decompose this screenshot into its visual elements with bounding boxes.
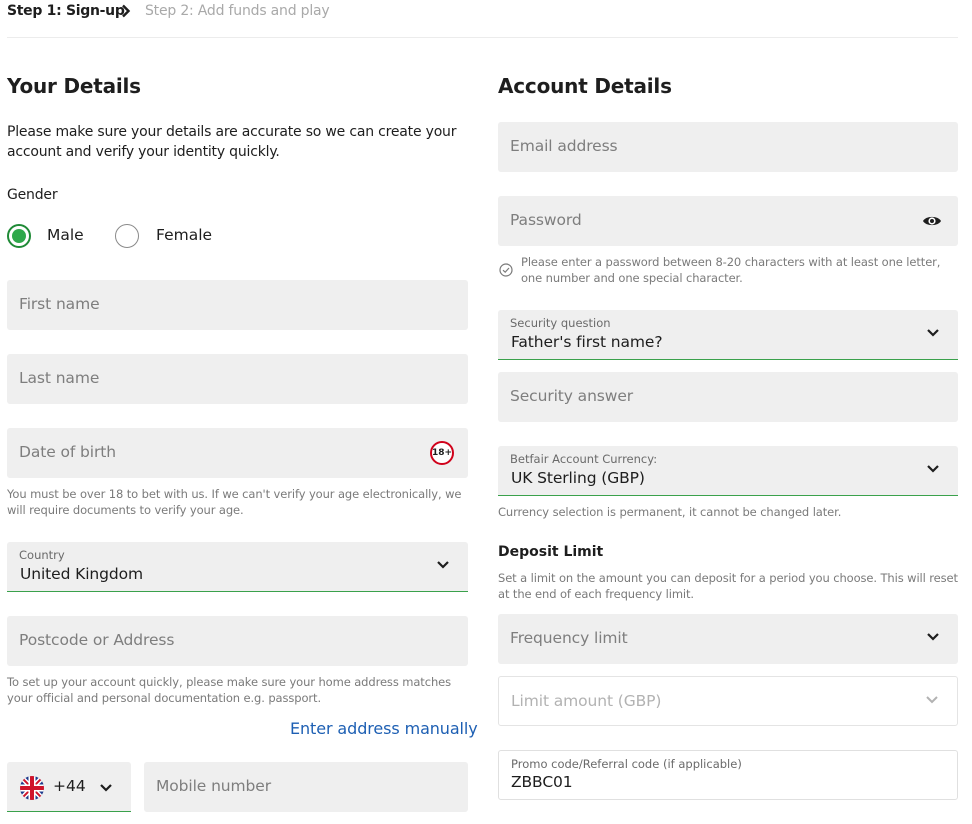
gender-label: Gender [7, 187, 58, 203]
country-value: United Kingdom [20, 565, 144, 583]
account-details-heading: Account Details [498, 74, 672, 98]
chevron-down-icon [927, 465, 939, 473]
uk-flag-icon [20, 776, 44, 800]
eye-icon[interactable] [922, 214, 942, 228]
signup-steps: Step 1: Sign-up Step 2: Add funds and pl… [7, 0, 958, 38]
gender-male-label[interactable]: Male [47, 226, 84, 244]
email-field[interactable]: Email address [498, 122, 958, 172]
promo-code-value: ZBBC01 [511, 773, 573, 791]
security-question-label: Security question [510, 316, 611, 330]
security-question-value: Father's first name? [511, 333, 663, 351]
currency-value: UK Sterling (GBP) [511, 469, 645, 487]
chevron-down-icon [927, 329, 939, 337]
mobile-number-field[interactable]: Mobile number [144, 762, 468, 812]
country-label: Country [19, 548, 65, 562]
deposit-limit-heading: Deposit Limit [498, 544, 604, 560]
postcode-placeholder: Postcode or Address [19, 631, 175, 649]
chevron-right-icon [122, 4, 131, 18]
limit-amount-select[interactable]: Limit amount (GBP) [498, 676, 958, 726]
phone-country-code-select[interactable]: +44 [7, 762, 131, 812]
currency-label: Betfair Account Currency: [510, 452, 658, 466]
age-note: You must be over 18 to bet with us. If w… [7, 487, 462, 517]
mobile-placeholder: Mobile number [156, 777, 271, 795]
date-of-birth-field[interactable]: Date of birth 18+ [7, 428, 468, 478]
deposit-limit-note: Set a limit on the amount you can deposi… [498, 571, 958, 601]
security-question-select[interactable]: Security question Father's first name? [498, 310, 958, 360]
promo-code-field[interactable]: Promo code/Referral code (if applicable)… [498, 750, 958, 800]
chevron-down-icon [927, 633, 939, 641]
frequency-placeholder: Frequency limit [510, 629, 628, 647]
first-name-field[interactable]: First name [7, 280, 468, 330]
postcode-field[interactable]: Postcode or Address [7, 616, 468, 666]
promo-code-label: Promo code/Referral code (if applicable) [511, 757, 742, 771]
password-placeholder: Password [510, 211, 582, 229]
gender-female-label[interactable]: Female [156, 226, 212, 244]
security-answer-placeholder: Security answer [510, 387, 634, 405]
password-hint: Please enter a password between 8-20 cha… [521, 255, 941, 285]
first-name-placeholder: First name [19, 295, 100, 313]
check-circle-icon [499, 263, 513, 277]
last-name-field[interactable]: Last name [7, 354, 468, 404]
enter-address-manually-link[interactable]: Enter address manually [290, 719, 478, 738]
currency-note: Currency selection is permanent, it cann… [498, 505, 842, 519]
gender-female-radio[interactable] [115, 224, 139, 248]
address-note: To set up your account quickly, please m… [7, 675, 451, 705]
frequency-limit-select[interactable]: Frequency limit [498, 614, 958, 664]
chevron-down-icon [100, 784, 112, 792]
step-2-label: Step 2: Add funds and play [145, 3, 330, 19]
limit-amount-placeholder: Limit amount (GBP) [511, 692, 662, 710]
your-details-intro: Please make sure your details are accura… [7, 124, 457, 160]
phone-code-value: +44 [53, 777, 86, 795]
password-field[interactable]: Password [498, 196, 958, 246]
dob-placeholder: Date of birth [19, 443, 116, 461]
gender-male-radio[interactable] [7, 224, 31, 248]
country-select[interactable]: Country United Kingdom [7, 542, 468, 592]
security-answer-field[interactable]: Security answer [498, 372, 958, 422]
currency-select[interactable]: Betfair Account Currency: UK Sterling (G… [498, 446, 958, 496]
age-18-plus-icon: 18+ [430, 441, 454, 465]
your-details-heading: Your Details [7, 74, 141, 98]
last-name-placeholder: Last name [19, 369, 100, 387]
chevron-down-icon [926, 696, 938, 704]
chevron-down-icon [437, 561, 449, 569]
email-placeholder: Email address [510, 137, 618, 155]
step-1-label: Step 1: Sign-up [7, 3, 125, 19]
